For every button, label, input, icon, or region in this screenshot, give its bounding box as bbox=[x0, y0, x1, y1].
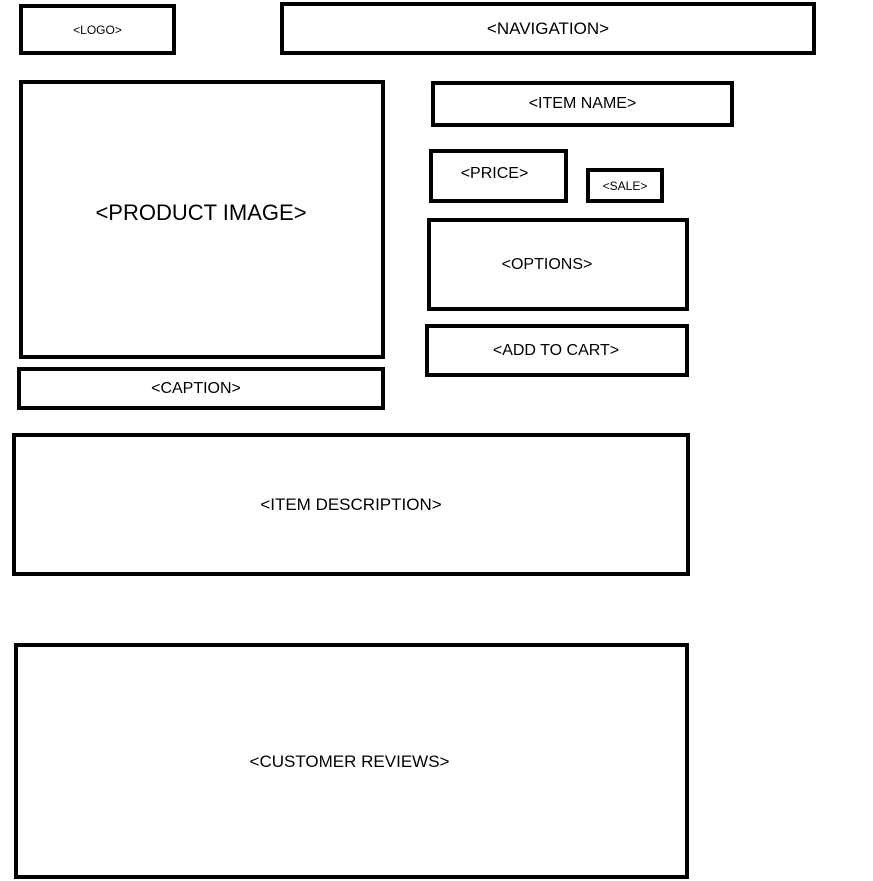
caption-placeholder: <CAPTION> bbox=[17, 367, 385, 410]
item-name-placeholder: <ITEM NAME> bbox=[431, 81, 734, 127]
product-image-label: <PRODUCT IMAGE> bbox=[95, 199, 307, 225]
caption-label: <CAPTION> bbox=[151, 379, 241, 397]
add-to-cart-label: <ADD TO CART> bbox=[492, 341, 620, 359]
customer-reviews-placeholder: <CUSTOMER REVIEWS> bbox=[14, 643, 689, 879]
price-label: <PRICE> bbox=[460, 165, 529, 182]
navigation-label: <NAVIGATION> bbox=[486, 19, 610, 38]
item-description-placeholder: <ITEM DESCRIPTION> bbox=[12, 433, 690, 576]
item-name-label: <ITEM NAME> bbox=[528, 95, 637, 112]
navigation-placeholder[interactable]: <NAVIGATION> bbox=[280, 2, 816, 55]
options-placeholder[interactable]: <OPTIONS> bbox=[427, 218, 689, 311]
price-placeholder: <PRICE> bbox=[429, 149, 568, 203]
logo-placeholder[interactable]: <LOGO> bbox=[19, 4, 176, 55]
product-image-placeholder: <PRODUCT IMAGE> bbox=[19, 80, 385, 359]
item-description-label: <ITEM DESCRIPTION> bbox=[260, 495, 442, 514]
logo-label: <LOGO> bbox=[73, 22, 122, 37]
add-to-cart-button[interactable]: <ADD TO CART> bbox=[425, 324, 689, 377]
options-label: <OPTIONS> bbox=[501, 255, 593, 273]
sale-label: <SALE> bbox=[602, 178, 648, 193]
customer-reviews-label: <CUSTOMER REVIEWS> bbox=[249, 751, 450, 771]
sale-badge-placeholder: <SALE> bbox=[586, 168, 664, 203]
